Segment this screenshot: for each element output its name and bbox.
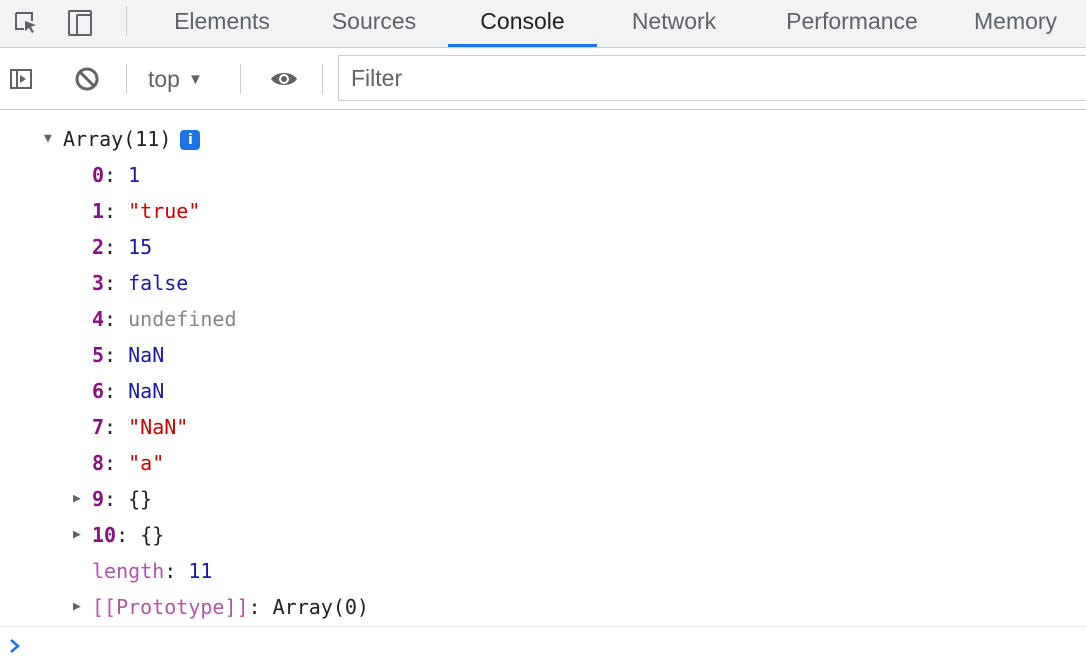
live-expression-eye-icon[interactable]: [262, 56, 306, 102]
item-index: 7: [92, 415, 105, 439]
tab-network[interactable]: Network: [620, 0, 728, 46]
tab-elements[interactable]: Elements: [166, 0, 278, 46]
item-index: 10: [92, 523, 117, 547]
item-index: 1: [92, 199, 105, 223]
show-sidebar-icon[interactable]: [6, 56, 36, 102]
prototype-value: Array(0): [272, 595, 369, 619]
array-length-row: length: 11: [92, 559, 213, 583]
console-toolbar: top ▼: [0, 48, 1086, 110]
array-item-row: 8: "a": [92, 451, 165, 475]
item-value: NaN: [128, 379, 165, 403]
console-output: ▼ Array(11) i 0: 1 1: "true" 2: 15 3: fals…: [0, 111, 1086, 626]
item-value: NaN: [128, 343, 165, 367]
console-prompt[interactable]: [0, 626, 1086, 668]
item-index: 9: [92, 487, 105, 511]
collapse-triangle-icon[interactable]: ▼: [44, 121, 63, 157]
tab-sources[interactable]: Sources: [322, 0, 426, 46]
item-value: "true": [128, 199, 201, 223]
item-value: false: [128, 271, 189, 295]
expand-triangle-icon[interactable]: ▶: [73, 589, 92, 625]
item-index: 6: [92, 379, 105, 403]
item-index: 3: [92, 271, 105, 295]
active-tab-indicator: [448, 44, 597, 47]
item-index: 0: [92, 163, 105, 187]
item-value: "a": [128, 451, 165, 475]
prompt-chevron-icon: [8, 637, 22, 660]
context-label: top: [148, 65, 180, 92]
item-value: 1: [128, 163, 141, 187]
tab-memory[interactable]: Memory: [974, 0, 1086, 46]
devtools-tab-bar: Elements Sources Console Network Perform…: [0, 0, 1086, 48]
expand-triangle-icon[interactable]: ▶: [73, 481, 92, 517]
info-icon[interactable]: i: [180, 130, 201, 150]
prototype-key: [[Prototype]]: [92, 595, 249, 619]
expand-triangle-icon[interactable]: ▶: [73, 517, 92, 553]
item-index: 8: [92, 451, 105, 475]
item-value: {}: [128, 487, 153, 511]
array-item-row: 1: "true": [92, 199, 201, 223]
clear-console-icon[interactable]: [70, 56, 104, 102]
toolbar-divider: [126, 64, 127, 94]
array-item-row-expandable[interactable]: ▶ 9: {}: [73, 481, 152, 517]
toolbar-divider: [240, 64, 241, 94]
array-item-row: 4: undefined: [92, 307, 237, 331]
item-index: 5: [92, 343, 105, 367]
filter-input[interactable]: [338, 55, 1086, 101]
length-key: length: [92, 559, 165, 583]
item-value: undefined: [128, 307, 237, 331]
array-item-row-expandable[interactable]: ▶ 10: {}: [73, 517, 164, 553]
context-selector[interactable]: top ▼: [148, 48, 203, 110]
item-index: 2: [92, 235, 105, 259]
array-item-row: 7: "NaN": [92, 415, 189, 439]
array-item-row: 2: 15: [92, 235, 153, 259]
array-item-row: 3: false: [92, 271, 189, 295]
toolbar-divider: [322, 64, 323, 94]
array-item-row: 5: NaN: [92, 343, 165, 367]
tab-console[interactable]: Console: [448, 0, 597, 46]
inspect-element-icon[interactable]: [10, 0, 42, 46]
item-value: 15: [128, 235, 153, 259]
length-value: 11: [188, 559, 213, 583]
prototype-row[interactable]: ▶ [[Prototype]]: Array(0): [73, 589, 369, 625]
array-header-row[interactable]: ▼ Array(11) i: [44, 121, 201, 157]
tab-performance[interactable]: Performance: [774, 0, 930, 46]
array-header-label: Array(11): [63, 127, 172, 151]
dropdown-arrow-icon: ▼: [187, 70, 203, 88]
tab-bar-divider: [126, 6, 127, 36]
item-index: 4: [92, 307, 105, 331]
array-item-row: 0: 1: [92, 163, 141, 187]
device-toolbar-icon[interactable]: [62, 0, 100, 46]
array-item-row: 6: NaN: [92, 379, 165, 403]
item-value: {}: [140, 523, 165, 547]
item-value: "NaN": [128, 415, 189, 439]
